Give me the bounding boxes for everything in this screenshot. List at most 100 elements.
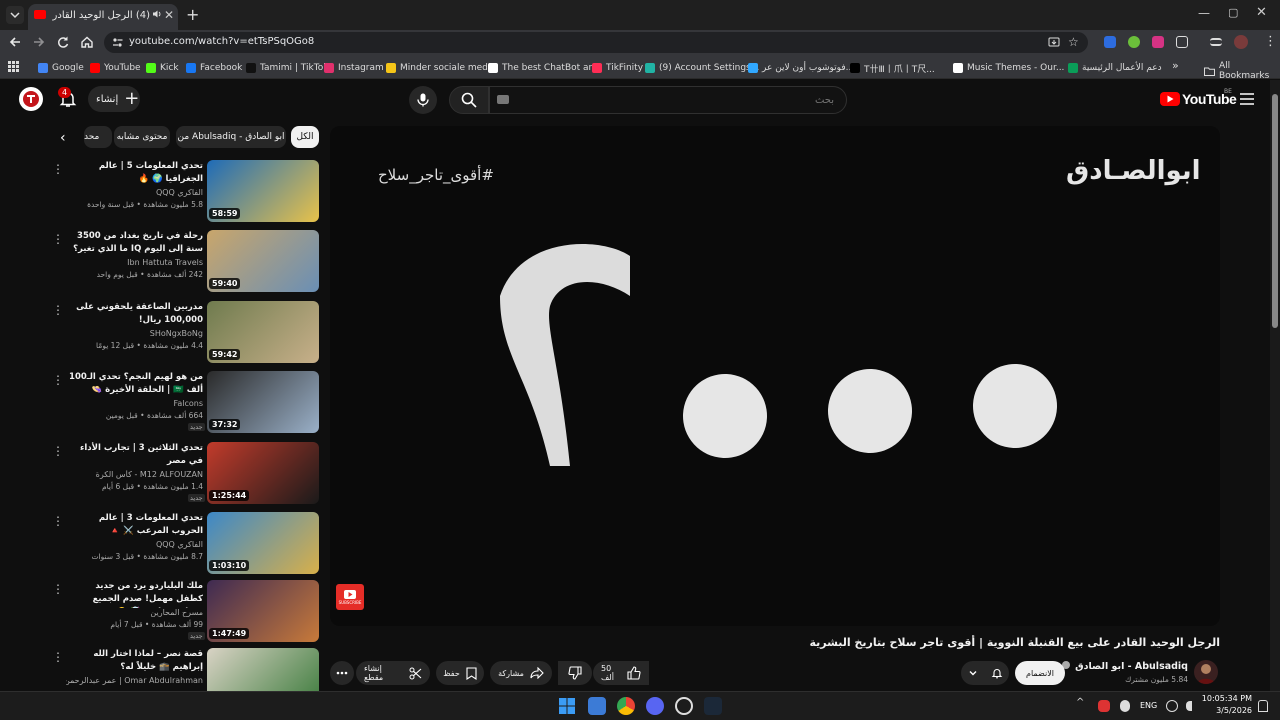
share-button[interactable]: مشاركة bbox=[490, 661, 552, 685]
bookmark-item[interactable]: Minder sociale medi... bbox=[386, 61, 499, 75]
bookmark-item[interactable]: Google bbox=[38, 61, 84, 75]
recommended-video-thumbnail[interactable]: 1:03:10 bbox=[207, 512, 319, 574]
recommended-video-title[interactable]: مدربين الصاعقة يلحقوني على 100,000 ريال! bbox=[66, 301, 203, 327]
more-vertical-icon[interactable]: ⋮ bbox=[52, 303, 64, 317]
recommended-video-thumbnail[interactable]: 1:47:49 bbox=[207, 580, 319, 642]
scrollbar-thumb[interactable] bbox=[1272, 94, 1278, 328]
more-vertical-icon[interactable]: ⋮ bbox=[52, 444, 64, 458]
bookmark-star-icon[interactable]: ☆ bbox=[1068, 35, 1079, 49]
save-button[interactable]: حفظ bbox=[436, 661, 484, 685]
channel-avatar[interactable] bbox=[1194, 660, 1218, 684]
recommended-video-title[interactable]: قصة نصر – لماذا اختار الله إبراهيم 🕋 خلي… bbox=[66, 648, 203, 674]
recommended-video-title[interactable]: تحدي المعلومات 5 | عالم الجغرافيا 🌍 🔥 bbox=[66, 160, 203, 186]
recommended-video-thumbnail[interactable]: 37:32 bbox=[207, 371, 319, 433]
recommended-video-channel[interactable]: الفاكري QQQ bbox=[66, 540, 203, 549]
reload-icon[interactable] bbox=[56, 35, 70, 49]
voice-search-button[interactable] bbox=[409, 86, 437, 114]
chip-from-channel[interactable]: من Abulsadiq - ابو الصادق bbox=[176, 126, 286, 148]
subscribed-button[interactable] bbox=[961, 661, 1009, 685]
input-language[interactable]: ENG bbox=[1140, 701, 1157, 710]
recommended-video[interactable]: ⋮ تحدي المعلومات 3 | عالم الحروب المرعب ⚔… bbox=[52, 510, 320, 574]
extension-icon[interactable] bbox=[1104, 36, 1116, 48]
chevron-left-icon[interactable]: ‹ bbox=[60, 130, 66, 146]
file-explorer-icon[interactable] bbox=[588, 697, 606, 715]
browser-menu-icon[interactable]: ⋮ bbox=[1264, 34, 1277, 49]
steam-overlay-icon[interactable] bbox=[675, 697, 693, 715]
forward-arrow-icon[interactable] bbox=[32, 35, 46, 49]
site-info-icon[interactable] bbox=[112, 37, 123, 48]
bookmark-item[interactable]: (9) Account Settings... bbox=[645, 61, 759, 75]
dislike-button[interactable] bbox=[558, 661, 592, 685]
url-text[interactable]: youtube.com/watch?v=etTsPSqOGo8 bbox=[129, 36, 314, 47]
recommended-video[interactable]: ⋮ تحدي المعلومات 5 | عالم الجغرافيا 🌍 🔥 ال… bbox=[52, 158, 320, 222]
recommended-video-channel[interactable]: Ibn Hattuta Travels bbox=[66, 258, 203, 267]
address-bar[interactable]: youtube.com/watch?v=etTsPSqOGo8 ☆ bbox=[104, 32, 1088, 53]
tray-app-icon[interactable] bbox=[1098, 700, 1110, 712]
bookmarks-overflow-button[interactable]: » bbox=[1172, 59, 1179, 72]
recommended-video[interactable]: ⋮ من هو لهيم النجم؟ تحدي الـ100 ألف 🇸🇦 | … bbox=[52, 369, 320, 433]
recommended-video-title[interactable]: ملك البلياردو يرد من جديد كطفل مهمل! صدم… bbox=[66, 580, 203, 608]
chevron-up-icon[interactable]: ^ bbox=[1076, 697, 1086, 715]
recommended-video-channel[interactable]: SHoNgxBoNg bbox=[66, 329, 203, 338]
like-button[interactable]: 50 ألف bbox=[593, 661, 649, 685]
home-icon[interactable] bbox=[80, 35, 94, 49]
install-app-icon[interactable] bbox=[1048, 36, 1060, 48]
reading-list-icon[interactable] bbox=[1210, 38, 1222, 46]
bookmark-item[interactable]: فوتوشوب أون لاين عر... bbox=[748, 61, 854, 75]
video-player[interactable]: ابوالصـادق #أقوى_تاجر_سلاح SUBSCRIBE bbox=[330, 126, 1220, 626]
bookmark-item[interactable]: TikFinity bbox=[592, 61, 643, 75]
chip-all[interactable]: الكل bbox=[291, 126, 319, 148]
youtube-logo[interactable]: YouTube BE bbox=[1160, 88, 1237, 107]
chip-similar-truncated[interactable]: محد bbox=[84, 126, 112, 148]
window-close-button[interactable]: ✕ bbox=[1256, 5, 1267, 20]
recommended-video-title[interactable]: من هو لهيم النجم؟ تحدي الـ100 ألف 🇸🇦 | ا… bbox=[66, 371, 203, 397]
recommended-video-title[interactable]: تحدي الثلاثين 3 | تجارب الأداء في مصر bbox=[66, 442, 203, 468]
more-vertical-icon[interactable]: ⋮ bbox=[52, 162, 64, 176]
recommended-video[interactable]: ⋮ تحدي الثلاثين 3 | تجارب الأداء في مصر M1… bbox=[52, 440, 320, 504]
back-arrow-icon[interactable] bbox=[8, 35, 22, 49]
recommended-video-channel[interactable]: Falcons bbox=[66, 399, 203, 408]
bookmark-item[interactable]: Instagram bbox=[324, 61, 384, 75]
recommended-video-thumbnail[interactable]: 59:40 bbox=[207, 230, 319, 292]
more-vertical-icon[interactable]: ⋮ bbox=[52, 232, 64, 246]
page-scrollbar[interactable] bbox=[1270, 80, 1280, 691]
subscribe-watermark-button[interactable]: SUBSCRIBE bbox=[336, 584, 364, 610]
steam-icon[interactable] bbox=[704, 697, 722, 715]
recommended-video-channel[interactable]: Omar Abdulrahman | عمر عبدالرحمن bbox=[66, 676, 203, 685]
bookmark-item[interactable]: Kick bbox=[146, 61, 179, 75]
bookmark-item[interactable]: Facebook bbox=[186, 61, 242, 75]
apps-grid-icon[interactable] bbox=[8, 61, 19, 72]
recommended-video-thumbnail[interactable]: 59:42 bbox=[207, 301, 319, 363]
clip-button[interactable]: إنشاء مقطع bbox=[356, 661, 430, 685]
bookmark-item[interactable]: The best ChatBot an... bbox=[488, 61, 603, 75]
new-tab-button[interactable]: + bbox=[186, 5, 199, 24]
guide-menu-icon[interactable] bbox=[1240, 93, 1254, 105]
recommended-video[interactable]: ⋮ ملك البلياردو يرد من جديد كطفل مهمل! صد… bbox=[52, 578, 320, 642]
chrome-icon[interactable] bbox=[617, 697, 635, 715]
recommended-video-channel[interactable]: مسرح المحارين bbox=[66, 608, 203, 617]
more-vertical-icon[interactable]: ⋮ bbox=[52, 650, 64, 664]
recommended-video[interactable]: ⋮ مدربين الصاعقة يلحقوني على 100,000 ريال… bbox=[52, 299, 320, 363]
clock-time[interactable]: 10:05:34 PM bbox=[1200, 694, 1252, 703]
recommended-video-thumbnail[interactable]: 58:59 bbox=[207, 160, 319, 222]
profile-avatar[interactable] bbox=[1234, 35, 1248, 49]
keyboard-icon[interactable] bbox=[497, 95, 509, 104]
extensions-puzzle-icon[interactable] bbox=[1176, 36, 1188, 48]
recommended-video-thumbnail[interactable]: 1:25:44 bbox=[207, 442, 319, 504]
clock-date[interactable]: 3/5/2026 bbox=[1200, 706, 1252, 715]
recommended-video-channel[interactable]: M12 ALFOUZAN - كأس الكرة bbox=[66, 470, 203, 479]
bookmark-item[interactable]: دعم الأعمال الرئيسية bbox=[1068, 61, 1162, 75]
join-button[interactable]: الانضمام bbox=[1015, 661, 1065, 685]
search-input[interactable] bbox=[489, 86, 847, 114]
bookmark-item[interactable]: Music Themes - Our... bbox=[953, 61, 1064, 75]
more-vertical-icon[interactable]: ⋮ bbox=[52, 514, 64, 528]
extension-icon[interactable] bbox=[1128, 36, 1140, 48]
network-globe-icon[interactable] bbox=[1166, 700, 1178, 712]
extension-icon[interactable] bbox=[1152, 36, 1164, 48]
speaker-icon[interactable] bbox=[152, 9, 162, 19]
recommended-video-channel[interactable]: الفاكري QQQ bbox=[66, 188, 203, 197]
recommended-video[interactable]: ⋮ رحلة في تاريخ بغداد من 3500 سنة إلى الي… bbox=[52, 228, 320, 292]
bookmark-item[interactable]: T卄Ⅲ丨爪丨T尺... bbox=[850, 61, 935, 75]
chip-related[interactable]: محتوى مشابه bbox=[114, 126, 170, 148]
browser-tab-active[interactable]: (4) الرجل الوحيد القادر على بيع ✕ bbox=[28, 4, 178, 30]
